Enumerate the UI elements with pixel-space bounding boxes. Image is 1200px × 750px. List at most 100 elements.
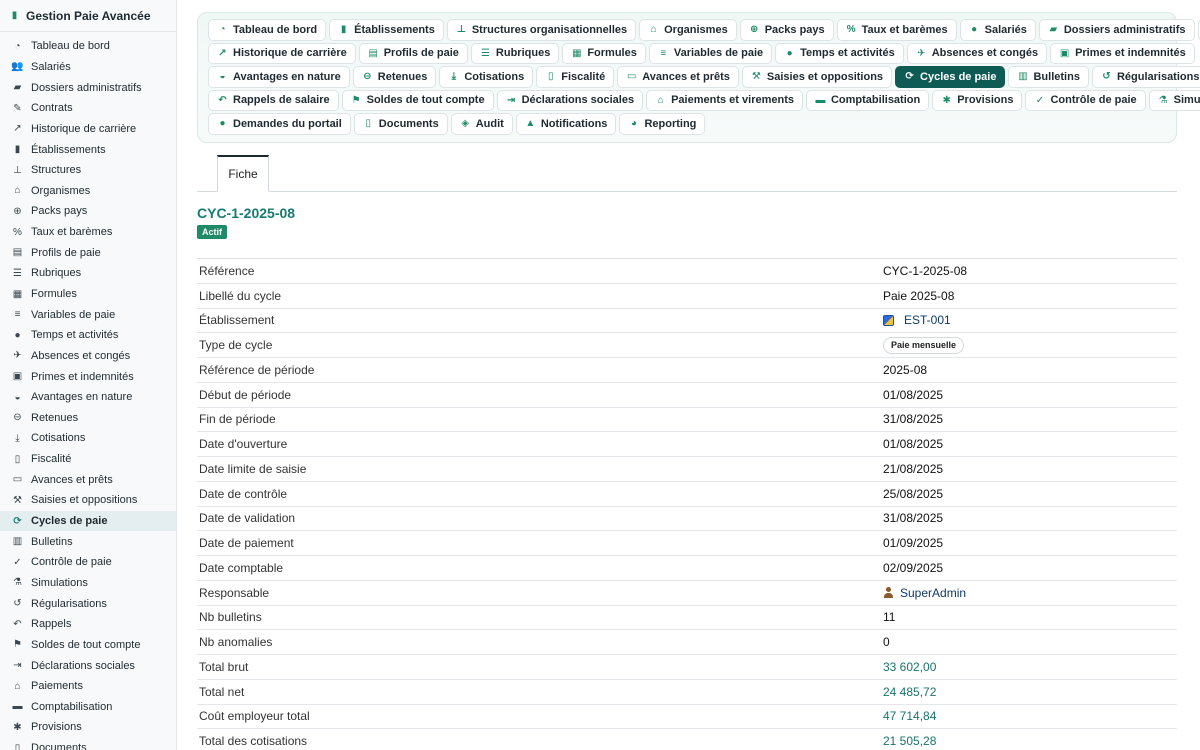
field-label: Date de paiement <box>199 536 294 551</box>
file-invoice-icon: ▯ <box>14 453 21 465</box>
establishment-link[interactable]: EST-001 <box>904 313 951 327</box>
sidebar-item-label: Rappels <box>31 618 72 631</box>
sidebar-item-22[interactable]: ⚒ Saisies et oppositions <box>0 490 176 511</box>
sidebar-item-5[interactable]: ▮ Établissements <box>0 139 176 160</box>
sidebar-item-31[interactable]: ⌂ Paiements <box>0 676 176 697</box>
sidebar-item-0[interactable]: ◔ Tableau de bord <box>0 36 176 57</box>
detail-row: Date limite de saisie 21/08/2025 <box>197 457 1177 482</box>
sidebar-item-4[interactable]: ↗ Historique de carrière <box>0 119 176 140</box>
module-tab[interactable]: ⊥ Structures organisationnelles <box>446 19 637 41</box>
module-tab[interactable]: ✱ Provisions <box>932 89 1023 111</box>
tab-fiche[interactable]: Fiche <box>217 155 269 192</box>
responsable-link[interactable]: SuperAdmin <box>900 586 966 600</box>
sidebar-item-30[interactable]: ⇥ Déclarations sociales <box>0 655 176 676</box>
module-tab[interactable]: ≡ Variables de paie <box>648 42 773 64</box>
module-tab[interactable]: ⤓ Cotisations <box>439 66 534 88</box>
module-tab[interactable]: ⚑ Soldes de tout compte <box>341 89 494 111</box>
module-tab[interactable]: ↗ Historique de carrière <box>208 42 356 64</box>
module-tab[interactable]: ⊖ Retenues <box>352 66 437 88</box>
sidebar-item-10[interactable]: ▤ Profils de paie <box>0 242 176 263</box>
sidebar-item-7[interactable]: ⌂ Organismes <box>0 180 176 201</box>
module-tab[interactable]: ↶ Rappels de salaire <box>208 89 339 111</box>
bank-icon: ⌂ <box>657 94 664 106</box>
module-tab[interactable]: ▤ Profils de paie <box>358 42 468 64</box>
sidebar-item-6[interactable]: ⊥ Structures <box>0 160 176 181</box>
module-tab[interactable]: ⌂ Organismes <box>639 19 737 41</box>
field-value: 01/09/2025 <box>883 536 943 550</box>
module-tab[interactable]: ▭ Avances et prêts <box>617 66 739 88</box>
sidebar-item-29[interactable]: ⚑ Soldes de tout compte <box>0 635 176 656</box>
module-tab[interactable]: ↺ Régularisations <box>1091 66 1200 88</box>
sidebar-item-33[interactable]: ✱ Provisions <box>0 717 176 738</box>
sidebar-item-15[interactable]: ✈ Absences et congés <box>0 346 176 367</box>
module-tab-label: Cotisations <box>464 70 525 83</box>
sidebar-item-label: Établissements <box>31 143 106 156</box>
flag-checkered-icon: ⚑ <box>351 94 361 106</box>
module-tab-label: Formules <box>587 47 637 60</box>
module-tab[interactable]: ◔ Tableau de bord <box>208 19 327 41</box>
sidebar-item-13[interactable]: ≡ Variables de paie <box>0 304 176 325</box>
sidebar-item-26[interactable]: ⚗ Simulations <box>0 573 176 594</box>
module-tab[interactable]: ⟳ Cycles de paie <box>895 66 1006 88</box>
field-value: Paie mensuelle <box>883 336 965 354</box>
sidebar-item-16[interactable]: ▣ Primes et indemnités <box>0 366 176 387</box>
sidebar-item-27[interactable]: ↺ Régularisations <box>0 593 176 614</box>
module-tab[interactable]: ⊕ Packs pays <box>739 19 834 41</box>
sidebar-item-23[interactable]: ⟳ Cycles de paie <box>0 510 176 532</box>
sidebar-item-8[interactable]: ⊕ Packs pays <box>0 201 176 222</box>
sidebar-item-28[interactable]: ↶ Rappels <box>0 614 176 635</box>
module-tab[interactable]: % Taux et barèmes <box>836 19 957 41</box>
module-tab[interactable]: ▰ Dossiers administratifs <box>1038 19 1195 41</box>
module-tab[interactable]: ⌂ Paiements et virements <box>646 89 803 111</box>
module-tab[interactable]: ⚗ Simulations <box>1148 89 1200 111</box>
sidebar-item-25[interactable]: ✓ Contrôle de paie <box>0 552 176 573</box>
sidebar-item-label: Paiements <box>31 680 83 693</box>
module-tab[interactable]: ▣ Primes et indemnités <box>1050 42 1195 64</box>
module-tab[interactable]: ▥ Bulletins <box>1008 66 1089 88</box>
sidebar-item-18[interactable]: ⊖ Retenues <box>0 408 176 429</box>
flask-icon: ⚗ <box>13 577 22 589</box>
module-tab[interactable]: ✈ Absences et congés <box>906 42 1048 64</box>
module-tab[interactable]: ▮ Établissements <box>329 19 444 41</box>
sidebar-item-17[interactable]: ◒ Avantages en nature <box>0 387 176 408</box>
sidebar-item-12[interactable]: ▦ Formules <box>0 284 176 305</box>
sidebar-item-label: Saisies et oppositions <box>31 494 138 507</box>
module-tab[interactable]: ▬ Comptabilisation <box>805 89 930 111</box>
sidebar-item-21[interactable]: ▭ Avances et prêts <box>0 469 176 490</box>
module-tab[interactable]: ☰ Rubriques <box>470 42 560 64</box>
module-tab[interactable]: ◒ Avantages en nature <box>208 66 350 88</box>
module-tab[interactable]: ◕ Reporting <box>619 113 706 135</box>
sidebar-item-34[interactable]: ▯ Documents <box>0 738 176 750</box>
sidebar-item-11[interactable]: ☰ Rubriques <box>0 263 176 284</box>
field-value-text: 02/09/2025 <box>883 560 944 575</box>
sidebar-item-3[interactable]: ✎ Contrats <box>0 98 176 119</box>
module-tab[interactable]: ● Salariés <box>959 19 1036 41</box>
module-tab[interactable]: ▯ Fiscalité <box>536 66 615 88</box>
sidebar-item-14[interactable]: ● Temps et activités <box>0 325 176 346</box>
app-title[interactable]: ▮ Gestion Paie Avancée <box>0 0 176 32</box>
module-tab[interactable]: ✓ Contrôle de paie <box>1025 89 1146 111</box>
sidebar: ▮ Gestion Paie Avancée ◔ Tableau de bord 👥… <box>0 0 177 750</box>
sidebar-item-20[interactable]: ▯ Fiscalité <box>0 449 176 470</box>
module-tab-label: Avantages en nature <box>233 70 341 83</box>
module-tab[interactable]: ▯ Documents <box>353 113 448 135</box>
sidebar-item-24[interactable]: ▥ Bulletins <box>0 531 176 552</box>
field-label: Responsable <box>199 585 270 600</box>
module-tab-label: Organismes <box>664 23 728 36</box>
sidebar-item-1[interactable]: 👥 Salariés <box>0 57 176 78</box>
module-tab[interactable]: ● Temps et activités <box>775 42 904 64</box>
module-tab[interactable]: ◈ Audit <box>450 113 513 135</box>
field-value-text: 01/08/2025 <box>883 437 944 452</box>
module-tab[interactable]: ⚒ Saisies et oppositions <box>741 66 893 88</box>
sidebar-item-9[interactable]: % Taux et barèmes <box>0 222 176 243</box>
module-tab-label: Saisies et oppositions <box>766 70 884 83</box>
sidebar-item-19[interactable]: ⤓ Cotisations <box>0 428 176 449</box>
module-tab[interactable]: ⇥ Déclarations sociales <box>496 89 644 111</box>
module-tab[interactable]: ● Demandes du portail <box>208 113 351 135</box>
sidebar-item-32[interactable]: ▬ Comptabilisation <box>0 697 176 718</box>
module-tab[interactable]: ▲ Notifications <box>515 113 617 135</box>
sync-icon: ⟳ <box>905 71 914 83</box>
sidebar-item-2[interactable]: ▰ Dossiers administratifs <box>0 77 176 98</box>
module-tab[interactable]: ▦ Formules <box>562 42 646 64</box>
field-value: CYC-1-2025-08 <box>883 264 967 278</box>
